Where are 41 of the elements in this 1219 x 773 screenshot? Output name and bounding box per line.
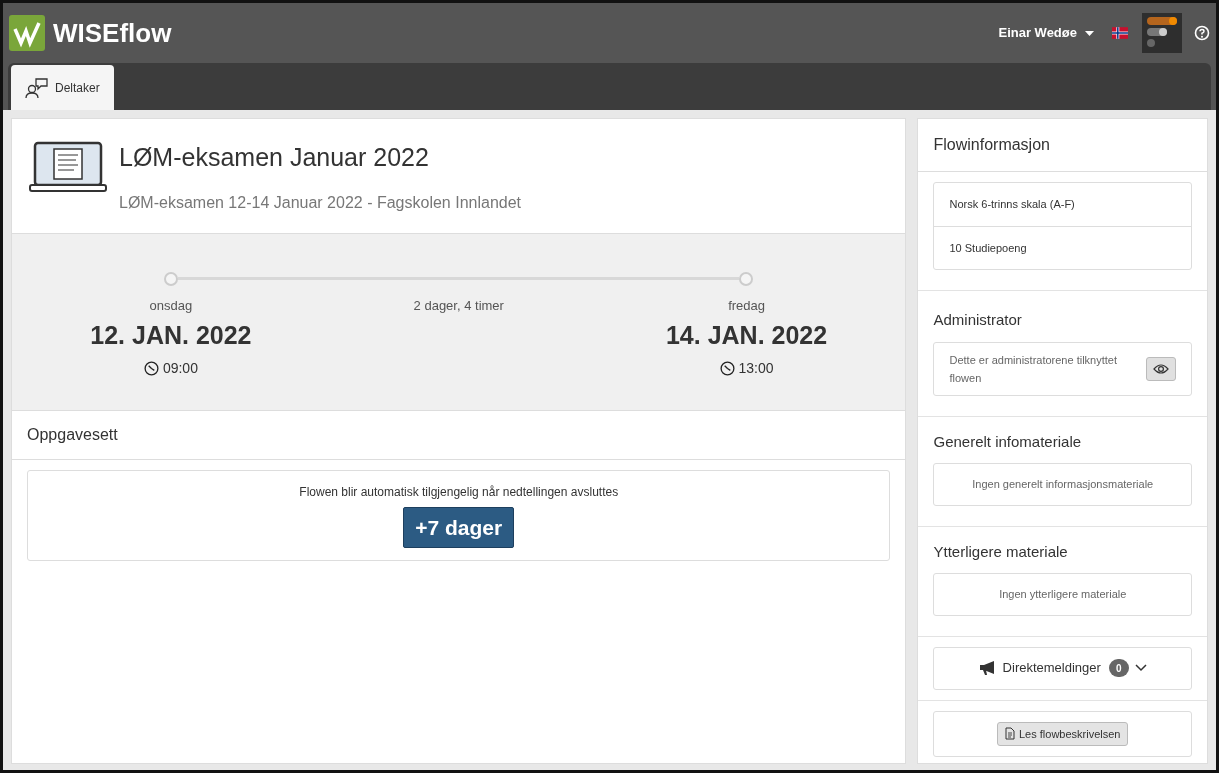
chevron-icon xyxy=(1134,664,1147,672)
material-card: Ingen ytterligere materiale xyxy=(933,573,1192,616)
section-title: Ytterligere materiale xyxy=(933,541,1069,562)
help-icon[interactable] xyxy=(1194,25,1210,41)
time: 09:00 xyxy=(162,359,198,378)
weekday: fredag xyxy=(728,296,765,315)
section-title: Flowinformasjon xyxy=(933,136,1050,153)
info-item: Norsk 6-trinns skala (A-F) xyxy=(948,197,1076,212)
flow-title: LØM-eksamen Januar 2022 xyxy=(119,142,430,173)
megaphone-icon xyxy=(978,661,997,675)
countdown-message: Flowen blir automatisk tilgjengelig når nedtellingen avsluttes xyxy=(299,483,619,501)
flow-subtitle: LØM-eksamen 12-14 Januar 2022 - Fagskolen Innlandet xyxy=(119,192,521,213)
section-title: Oppgavesett xyxy=(27,425,118,443)
tab[interactable]: Deltaker xyxy=(11,65,114,110)
count-badge: 0 xyxy=(1108,659,1129,677)
direct-messages-toggle[interactable]: Direktemeldinger 0 xyxy=(933,646,1192,690)
section-title: Administrator xyxy=(933,310,1023,330)
clock-icon xyxy=(143,361,159,376)
app-switcher-icon[interactable] xyxy=(1142,13,1182,53)
person-chat-icon xyxy=(25,76,49,99)
document-icon xyxy=(1005,727,1015,741)
info-item: 10 Studiepoeng xyxy=(934,225,1191,269)
date: 12. JAN. 2022 xyxy=(90,323,252,348)
logo-icon xyxy=(9,15,45,51)
admin-text: Dette er administratorene tilknyttet flowen xyxy=(949,352,1118,386)
duration: 2 dager, 4 timer xyxy=(413,296,504,315)
flag-icon[interactable] xyxy=(1112,27,1128,39)
time: 13:00 xyxy=(738,359,774,378)
clock-icon xyxy=(719,361,735,376)
section-title: Generelt infomateriale xyxy=(933,431,1083,452)
weekday: onsdag xyxy=(149,296,193,315)
user-menu[interactable]: Einar Wedøe xyxy=(998,23,1094,43)
countdown-badge: +7 dager xyxy=(403,506,515,548)
view-button[interactable] xyxy=(1146,356,1176,381)
caret-icon xyxy=(1085,30,1094,36)
read-description-button[interactable]: Les flowbeskrivelsen xyxy=(997,721,1129,746)
eye-icon xyxy=(1153,363,1169,374)
logo-text: WISEflow xyxy=(53,16,172,50)
date: 14. JAN. 2022 xyxy=(665,323,828,348)
material-card: Ingen generelt informasjonsmateriale xyxy=(933,463,1192,506)
laptop-icon xyxy=(29,139,107,195)
